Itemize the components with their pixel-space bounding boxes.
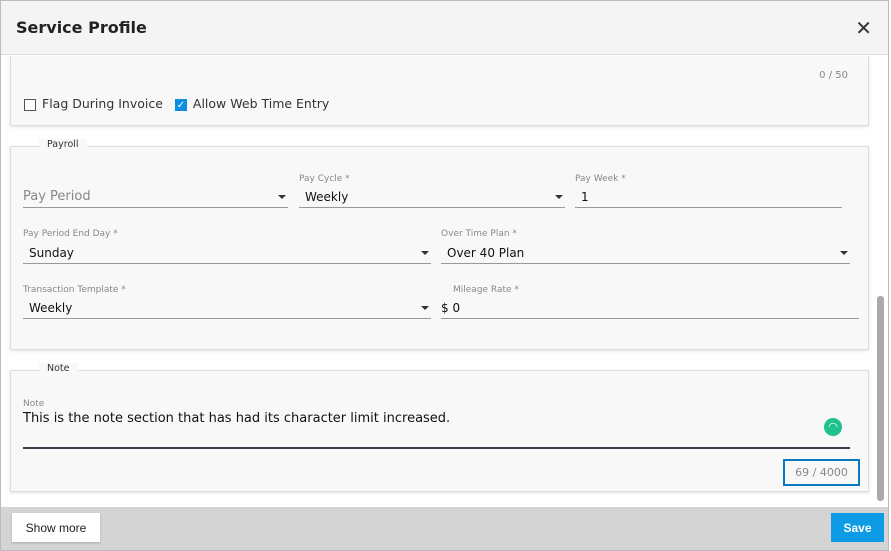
note-textarea[interactable]: This is the note section that has had it… (23, 411, 850, 449)
end-day-value: Sunday (29, 246, 74, 260)
template-label: Transaction Template * (23, 285, 126, 295)
dialog-header: Service Profile ✕ (1, 1, 888, 55)
note-label: Note (23, 399, 45, 409)
dialog-body: 0 / 50 Flag During Invoice ✓ Allow Web Ti… (1, 56, 874, 507)
template-select[interactable]: Weekly (23, 297, 431, 319)
payroll-section: Payroll Pay Period Pay Cycle * Weekly Pa… (10, 139, 869, 350)
char-counter: 0 / 50 (819, 70, 848, 81)
pay-period-placeholder: Pay Period (23, 189, 91, 204)
flag-during-invoice-checkbox[interactable]: Flag During Invoice (24, 96, 163, 111)
close-icon[interactable]: ✕ (855, 16, 872, 40)
ot-plan-select[interactable]: Over 40 Plan (441, 242, 850, 264)
note-char-counter: 69 / 4000 (783, 459, 860, 486)
show-more-button[interactable]: Show more (12, 513, 100, 542)
dialog-title: Service Profile (16, 18, 147, 37)
scrollbar[interactable] (877, 296, 884, 501)
mileage-input[interactable]: $ 0 (441, 297, 859, 319)
save-button[interactable]: Save (831, 513, 884, 542)
note-section: Note Note This is the note section that … (10, 363, 869, 492)
caret-down-icon (555, 195, 563, 199)
flag-label: Flag During Invoice (42, 96, 163, 111)
web-label: Allow Web Time Entry (192, 96, 330, 111)
caret-down-icon (421, 306, 429, 310)
checkbox-icon[interactable] (24, 98, 36, 111)
pay-week-label: Pay Week * (575, 174, 626, 184)
payroll-legend: Payroll (39, 139, 87, 150)
pay-cycle-select[interactable]: Weekly (299, 186, 565, 208)
service-profile-dialog: Service Profile ✕ 0 / 50 Flag During Inv… (0, 0, 889, 551)
end-day-select[interactable]: Sunday (23, 242, 431, 264)
template-value: Weekly (29, 301, 73, 315)
pay-cycle-label: Pay Cycle * (299, 174, 350, 184)
allow-web-time-entry-checkbox[interactable]: ✓ Allow Web Time Entry (174, 96, 330, 111)
pay-period-select[interactable]: Pay Period (23, 186, 288, 208)
grammar-assistant-icon[interactable]: ◠ (824, 418, 842, 436)
pay-week-input[interactable]: 1 (575, 186, 842, 208)
mileage-label: Mileage Rate * (453, 285, 519, 295)
pay-cycle-value: Weekly (305, 190, 349, 204)
caret-down-icon (840, 251, 848, 255)
note-legend: Note (39, 363, 78, 374)
caret-down-icon (278, 195, 286, 199)
end-day-label: Pay Period End Day * (23, 229, 118, 239)
general-section: 0 / 50 Flag During Invoice ✓ Allow Web Ti… (10, 56, 869, 126)
ot-plan-value: Over 40 Plan (447, 246, 525, 260)
caret-down-icon (421, 251, 429, 255)
dialog-footer: Show more Save (1, 507, 888, 550)
ot-plan-label: Over Time Plan * (441, 229, 517, 239)
checkmark-icon[interactable]: ✓ (174, 98, 187, 111)
